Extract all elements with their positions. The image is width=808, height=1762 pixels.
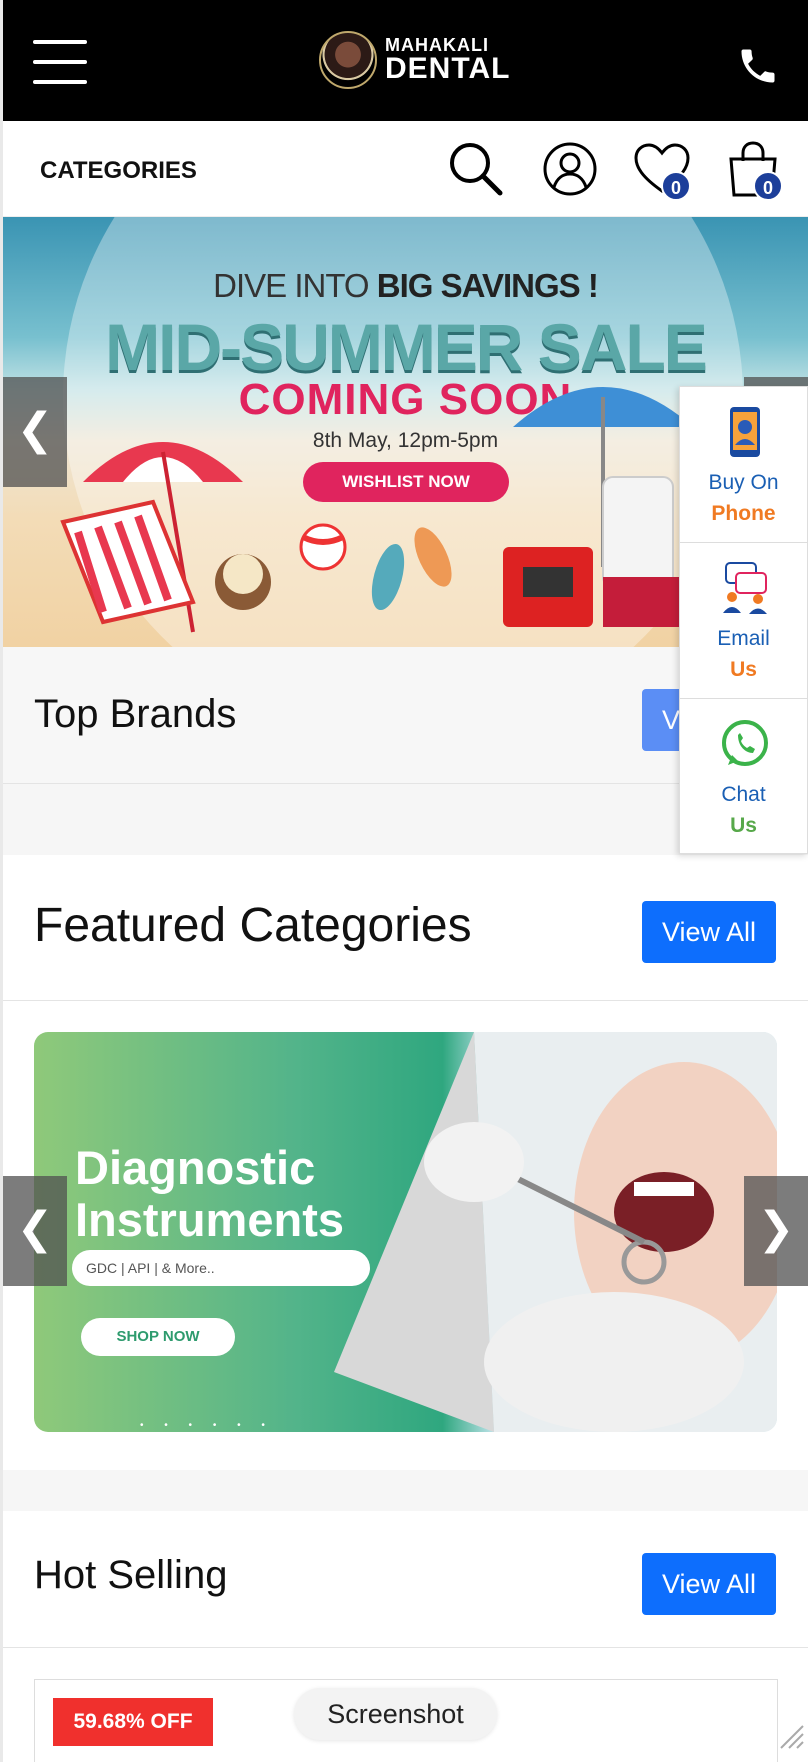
hero-prev-arrow[interactable]: ❮ — [3, 377, 67, 487]
menu-icon[interactable] — [33, 40, 87, 84]
chat-label-line1: Chat — [721, 783, 766, 806]
logo-emblem — [319, 31, 377, 89]
whatsapp-icon — [722, 720, 768, 766]
phone-icon[interactable] — [736, 44, 780, 88]
page: MAHAKALI DENTAL CATEGORIES 0 0 DIVE INTO… — [3, 0, 808, 1762]
chat-label-line2: Us — [730, 814, 757, 837]
beach-ball-sandals-image — [299, 523, 452, 611]
account-icon[interactable] — [540, 139, 600, 199]
hot-selling-view-all-button[interactable]: View All — [642, 1553, 776, 1615]
resize-handle-icon[interactable] — [775, 1720, 805, 1750]
banner-tagline: GDC | API | & More.. — [72, 1250, 370, 1286]
banner-dots: • • • • • • — [140, 1420, 274, 1431]
email-label-line2: Us — [730, 658, 757, 681]
phone-label-line1: Buy On — [708, 471, 779, 494]
chat-us-button[interactable]: Chat Us — [680, 699, 807, 855]
categories-menu[interactable]: CATEGORIES — [40, 157, 197, 185]
dental-exam-photo — [334, 1032, 777, 1432]
beach-umbrella-chair-image — [60, 442, 271, 633]
hero-headline-1: DIVE INTO BIG SAVINGS ! — [213, 267, 599, 304]
divider — [3, 1647, 808, 1648]
top-brands-title: Top Brands — [34, 692, 237, 736]
email-us-button[interactable]: Email Us — [680, 543, 807, 699]
divider — [3, 1000, 808, 1001]
mobile-phone-icon — [730, 407, 760, 457]
cart-count-badge: 0 — [753, 171, 783, 201]
site-logo[interactable]: MAHAKALI DENTAL — [319, 30, 510, 90]
featured-next-arrow[interactable]: ❯ — [744, 1176, 808, 1286]
discount-badge: 59.68% OFF — [53, 1698, 213, 1746]
email-chat-icon — [723, 562, 767, 614]
logo-line2: DENTAL — [385, 52, 511, 85]
screenshot-toast[interactable]: Screenshot — [294, 1688, 497, 1740]
search-icon[interactable] — [446, 139, 506, 199]
shop-now-button[interactable]: SHOP NOW — [81, 1318, 235, 1356]
wishlist-count-badge: 0 — [661, 171, 691, 201]
top-header: MAHAKALI DENTAL — [3, 0, 808, 121]
featured-categories-title: Featured Categories — [34, 899, 472, 952]
featured-category-banner[interactable]: Diagnostic Instruments GDC | API | & Mor… — [34, 1032, 777, 1432]
email-label-line1: Email — [717, 627, 770, 650]
contact-panel: Buy On Phone Email Us Chat Us — [679, 386, 808, 854]
wishlist-now-button[interactable]: WISHLIST NOW — [303, 462, 509, 502]
buy-on-phone-button[interactable]: Buy On Phone — [680, 387, 807, 543]
nav-bar: CATEGORIES 0 0 — [3, 121, 808, 217]
featured-view-all-button[interactable]: View All — [642, 901, 776, 963]
phone-label-line2: Phone — [711, 502, 776, 525]
hot-selling-title: Hot Selling — [34, 1553, 228, 1597]
banner-title: Diagnostic Instruments — [75, 1141, 344, 1246]
featured-prev-arrow[interactable]: ❮ — [3, 1176, 67, 1286]
